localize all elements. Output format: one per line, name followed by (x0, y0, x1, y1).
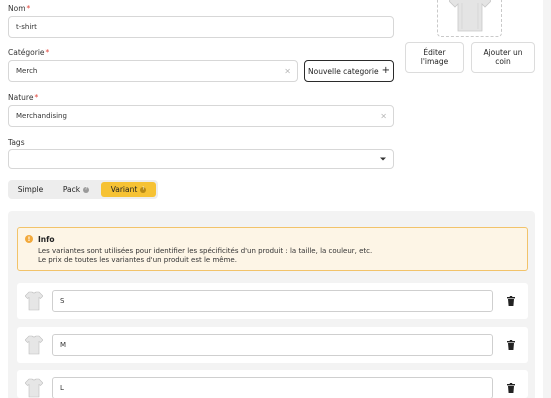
tab-variant[interactable]: Variant ? (101, 182, 156, 197)
nature-label-text: Nature (8, 93, 34, 102)
tab-variant-label: Variant (110, 185, 138, 194)
variant-row: S (17, 283, 528, 319)
nom-input[interactable]: t-shirt (8, 16, 394, 38)
nature-select[interactable]: Merchandising × (8, 105, 394, 127)
categorie-select[interactable]: Merch × (8, 60, 298, 82)
tab-pack-label: Pack (62, 185, 81, 194)
required-marker: * (26, 4, 31, 13)
required-marker: * (34, 93, 39, 102)
page-scrollbar[interactable] (543, 0, 551, 398)
nature-label: Nature* (8, 93, 38, 102)
edit-image-label: Éditer l'image (420, 47, 449, 66)
tab-simple-label: Simple (17, 185, 44, 194)
tshirt-thumbnail-icon (25, 291, 43, 311)
variant-input[interactable]: L (52, 377, 493, 398)
clear-icon[interactable]: × (284, 67, 291, 76)
tags-select[interactable] (8, 149, 394, 169)
info-text-line-1: Les variantes sont utilisées pour identi… (38, 247, 373, 255)
tab-simple[interactable]: Simple (11, 182, 50, 197)
tshirt-image (448, 0, 491, 32)
add-corner-button[interactable]: Ajouter un coin (471, 42, 535, 73)
nom-label: Nom* (8, 4, 30, 13)
nature-value: Merchandising (16, 112, 67, 120)
edit-image-button[interactable]: Éditer l'image (405, 42, 464, 73)
variant-value: S (60, 297, 65, 305)
new-category-label: Nouvelle categorie (308, 66, 379, 76)
trash-icon[interactable] (507, 340, 515, 350)
variant-input[interactable]: M (52, 334, 493, 356)
tags-label: Tags (8, 138, 25, 147)
help-icon[interactable]: ? (83, 186, 90, 193)
product-type-toggle: Simple Pack ? Variant ? (8, 180, 158, 199)
variant-input[interactable]: S (52, 290, 493, 312)
product-image-preview[interactable] (437, 0, 502, 37)
categorie-label: Catégorie* (8, 48, 49, 57)
required-marker: * (45, 48, 50, 57)
info-alert: ! Info Les variantes sont utilisées pour… (17, 227, 528, 271)
trash-icon[interactable] (507, 296, 515, 306)
info-text-line-2: Le prix de toutes les variantes d'un pro… (38, 256, 237, 264)
variant-row: L (17, 370, 528, 398)
info-title: Info (38, 235, 55, 244)
variant-row: M (17, 327, 528, 363)
tshirt-thumbnail-icon (25, 378, 43, 398)
add-corner-label: Ajouter un coin (483, 47, 523, 66)
tab-pack[interactable]: Pack ? (53, 182, 99, 197)
categorie-value: Merch (16, 67, 38, 75)
trash-icon[interactable] (507, 383, 515, 393)
nom-label-text: Nom (8, 4, 26, 13)
help-icon[interactable]: ? (140, 186, 147, 193)
categorie-label-text: Catégorie (8, 48, 45, 57)
chevron-down-icon (380, 157, 386, 161)
clear-icon[interactable]: × (380, 112, 387, 121)
new-category-button[interactable]: Nouvelle categorie + (304, 60, 394, 82)
nom-input-value: t-shirt (16, 23, 37, 31)
variant-value: L (60, 384, 64, 392)
variant-value: M (60, 341, 67, 349)
tags-label-text: Tags (8, 138, 25, 147)
info-icon: ! (25, 235, 33, 243)
plus-icon: + (381, 65, 390, 76)
tshirt-thumbnail-icon (25, 335, 43, 355)
